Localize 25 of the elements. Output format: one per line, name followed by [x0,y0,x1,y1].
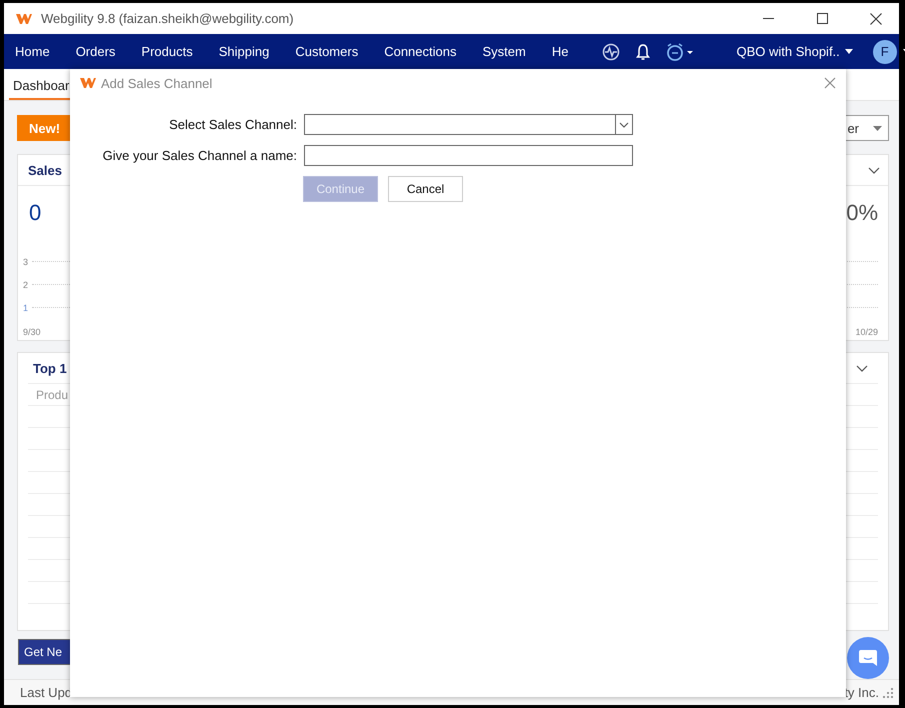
nav-menu-item[interactable]: Shipping [218,44,270,59]
nav-menu-item[interactable]: Products [141,44,193,59]
account-dropdown[interactable]: QBO with Shopif.. [728,44,861,59]
card-title: Sales [28,162,62,178]
nav-menu-item[interactable]: He [552,44,568,59]
nav-menu-item[interactable]: Home [15,44,50,59]
user-avatar[interactable]: F [872,40,897,64]
nav-menu-item[interactable]: System [482,44,526,59]
card-title: Top 1 [33,360,67,376]
cancel-button[interactable]: Cancel [388,176,463,202]
nav-menu-item[interactable]: Orders [76,44,116,59]
axis-label: 9/30 [23,327,41,337]
axis-label: 3 [23,256,28,266]
nav-menu-item[interactable]: Connections [384,44,456,59]
axis-label: 2 [23,280,28,290]
nav-menu-item[interactable]: Customers [295,44,358,59]
column-header: Produ [36,388,68,402]
window-title: Webgility 9.8 (faizan.sheikh@webgility.com) [41,11,294,26]
axis-label: 1 [23,302,28,312]
axis-label: 10/29 [855,327,878,337]
percent-value: 0% [846,200,878,226]
sales-value: 0 [29,200,42,226]
field-label: Select Sales Channel: [168,117,297,132]
dialog-title: Add Sales Channel [101,76,212,90]
field-label: Give your Sales Channel a name: [102,148,297,163]
